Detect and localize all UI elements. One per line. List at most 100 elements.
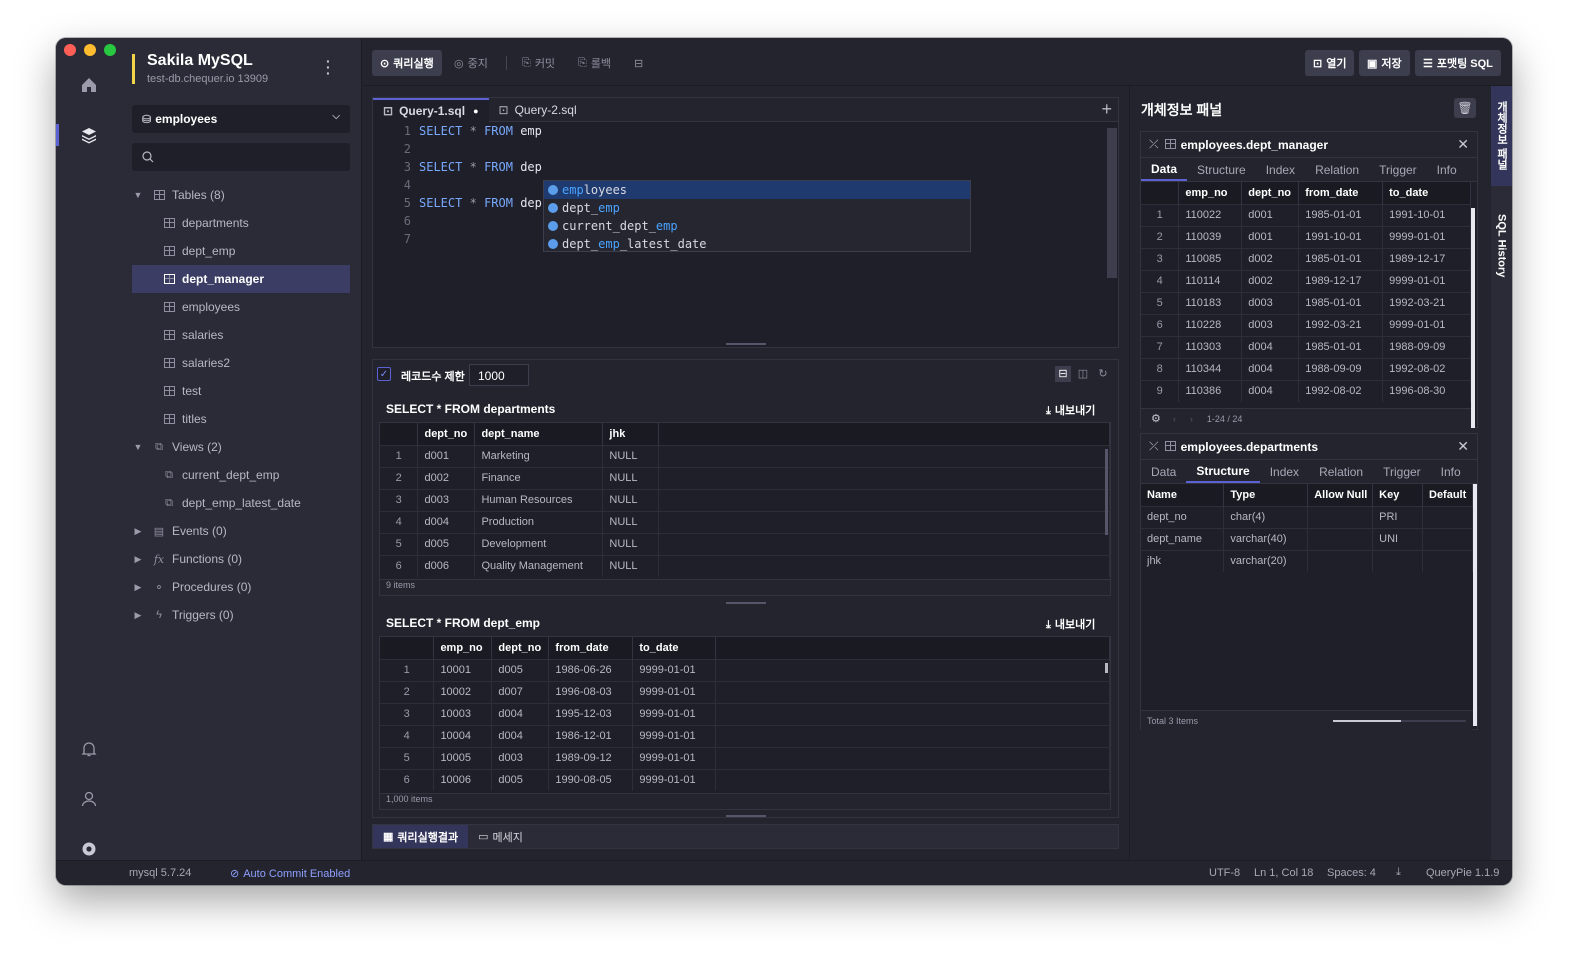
table-row[interactable]: 3 d003 Human Resources NULL [380, 488, 1110, 511]
cell[interactable]: 1989-12-17 [1382, 247, 1471, 270]
tab-relation[interactable]: Relation [1305, 158, 1369, 181]
cell[interactable]: 1992-03-21 [1298, 313, 1384, 336]
tree-item-titles[interactable]: titles [132, 405, 350, 433]
corner-header[interactable] [1141, 182, 1180, 204]
cell[interactable]: 1988-09-09 [1298, 357, 1384, 380]
cell[interactable]: dept_name [1141, 527, 1225, 550]
export-button[interactable]: ⤓ 내보내기 [1046, 616, 1095, 632]
tab-index[interactable]: Index [1256, 158, 1305, 181]
cell[interactable]: 1985-01-01 [1298, 291, 1384, 314]
table-row[interactable]: 7 110303 d004 1985-01-01 1988-09-09 [1141, 335, 1471, 358]
cell[interactable]: 10003 [433, 702, 493, 725]
cell[interactable]: d006 [417, 554, 476, 577]
tab-index[interactable]: Index [1260, 460, 1309, 483]
cell[interactable]: 10001 [433, 658, 493, 681]
minimize-window-button[interactable] [84, 44, 96, 56]
cell[interactable]: d004 [1241, 357, 1300, 380]
column-header[interactable]: Allow Null [1307, 484, 1374, 506]
cell[interactable]: d003 [1241, 313, 1300, 336]
table-row[interactable]: 8 110344 d004 1988-09-09 1992-08-02 [1141, 357, 1471, 380]
tree-group-tables[interactable]: ▼ Tables (8) [132, 181, 350, 209]
cell[interactable]: d002 [1241, 247, 1300, 270]
cell[interactable] [1422, 527, 1473, 550]
indent-status[interactable]: Spaces: 4 [1327, 867, 1376, 879]
table-row[interactable]: 1 110022 d001 1985-01-01 1991-10-01 [1141, 203, 1471, 226]
next-page-icon[interactable]: › [1190, 414, 1193, 424]
column-header[interactable]: from_date [1298, 182, 1384, 204]
collapse-icon[interactable]: ⤫ [1149, 439, 1159, 454]
tree-group-views[interactable]: ▼ ⧉ Views (2) [132, 433, 350, 461]
database-layers-icon[interactable] [78, 124, 100, 146]
prev-page-icon[interactable]: ‹ [1173, 414, 1176, 424]
cell[interactable] [1307, 527, 1374, 550]
cell[interactable]: 1990-08-05 [548, 768, 634, 791]
cell[interactable]: d007 [491, 680, 550, 703]
cell[interactable]: PRI [1372, 505, 1423, 528]
column-header[interactable]: Name [1141, 484, 1225, 506]
layout-rows-icon[interactable]: ⊟ [1055, 366, 1071, 382]
stop-button[interactable]: ◎ 중지 [446, 50, 496, 76]
tab-query-2[interactable]: ⊡ Query-2.sql [489, 98, 587, 122]
grid-scrollbar[interactable] [1105, 663, 1108, 673]
collapse-icon[interactable]: ⤫ [1149, 137, 1159, 152]
autocomplete-item[interactable]: emp loyees [544, 181, 970, 199]
download-icon[interactable]: ⤓ [1396, 866, 1401, 879]
cell[interactable]: 10005 [433, 746, 493, 769]
table-row[interactable]: 2 10002 d007 1996-08-03 9999-01-01 [380, 680, 1110, 703]
cell[interactable]: d004 [491, 724, 550, 747]
column-header[interactable]: dept_no [491, 637, 550, 659]
column-header[interactable]: emp_no [433, 637, 493, 659]
cell[interactable]: Quality Management [474, 554, 604, 577]
tree-item-dept-emp[interactable]: dept_emp [132, 237, 350, 265]
cell[interactable]: d001 [417, 444, 476, 467]
cell[interactable] [1372, 549, 1423, 572]
cell[interactable]: d003 [1241, 291, 1300, 314]
tree-item-salaries2[interactable]: salaries2 [132, 349, 350, 377]
table-row[interactable]: 1 10001 d005 1986-06-26 9999-01-01 [380, 658, 1110, 681]
cell[interactable]: d001 [1241, 225, 1300, 248]
cell[interactable]: 110022 [1178, 203, 1243, 226]
cell[interactable]: NULL [602, 466, 660, 489]
cell[interactable]: 10002 [433, 680, 493, 703]
cell[interactable]: 1996-08-30 [1382, 379, 1471, 402]
table-row[interactable]: 9 110386 d004 1992-08-02 1996-08-30 [1141, 379, 1471, 402]
table-row[interactable]: 5 d005 Development NULL [380, 532, 1110, 555]
column-header[interactable]: dept_no [1241, 182, 1300, 204]
tab-structure[interactable]: Structure [1186, 460, 1260, 483]
tab-query-1[interactable]: ⊡ Query-1.sql ● [373, 98, 489, 122]
layout-columns-icon[interactable]: ◫ [1075, 366, 1091, 382]
cell[interactable]: 110114 [1178, 269, 1243, 292]
record-limit-input[interactable]: 1000 [469, 364, 529, 386]
add-tab-icon[interactable]: + [1101, 98, 1118, 121]
cell[interactable] [1422, 549, 1473, 572]
cell[interactable]: d004 [1241, 335, 1300, 358]
more-vertical-icon[interactable]: · · · [326, 54, 331, 80]
table-row[interactable]: 6 110228 d003 1992-03-21 9999-01-01 [1141, 313, 1471, 336]
side-tab-object-info[interactable]: 개체정보 패널 [1491, 86, 1512, 186]
cell[interactable]: NULL [602, 488, 660, 511]
cell[interactable]: varchar(40) [1223, 527, 1309, 550]
column-header[interactable]: jhk [602, 423, 660, 445]
cell[interactable]: NULL [602, 444, 660, 467]
cell[interactable]: 1992-08-02 [1298, 379, 1384, 402]
table-row[interactable]: 5 10005 d003 1989-09-12 9999-01-01 [380, 746, 1110, 769]
tree-group-procedures[interactable]: ▶ ⚬ Procedures (0) [132, 573, 350, 601]
settings-gear-icon[interactable] [78, 838, 100, 860]
cell[interactable]: 110386 [1178, 379, 1243, 402]
cell[interactable]: 9999-01-01 [1382, 313, 1471, 336]
table-row[interactable]: 1 d001 Marketing NULL [380, 444, 1110, 467]
cell[interactable]: 1986-12-01 [548, 724, 634, 747]
cell[interactable]: NULL [602, 554, 660, 577]
cell[interactable]: 1992-08-02 [1382, 357, 1471, 380]
cell[interactable]: Marketing [474, 444, 604, 467]
home-icon[interactable] [78, 74, 100, 96]
tab-trigger[interactable]: Trigger [1373, 460, 1431, 483]
cell[interactable] [1307, 549, 1374, 572]
cell[interactable]: d002 [417, 466, 476, 489]
column-header[interactable]: dept_name [474, 423, 604, 445]
horizontal-scrollbar[interactable] [1333, 720, 1466, 722]
column-header[interactable]: emp_no [1178, 182, 1243, 204]
table-row[interactable]: dept_name varchar(40) UNI [1141, 527, 1473, 550]
archive-icon[interactable]: ⊟ [626, 50, 651, 76]
cell[interactable]: 1992-03-21 [1382, 291, 1471, 314]
